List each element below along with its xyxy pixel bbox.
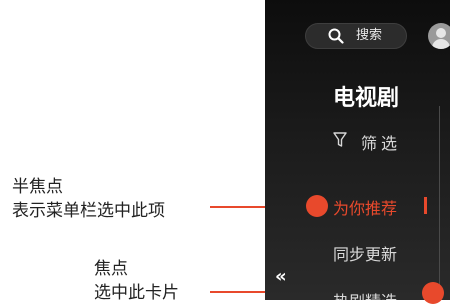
filter-label: 筛选 bbox=[361, 134, 402, 153]
content-card-edge bbox=[439, 106, 440, 300]
focus-dot bbox=[422, 282, 444, 304]
sidebar-item-hot-picks[interactable]: 热剧精选 bbox=[333, 288, 397, 300]
annotation-half-focus-desc: 表示菜单栏选中此项 bbox=[12, 201, 165, 221]
half-focus-dot bbox=[306, 195, 328, 217]
annotation-focus-title: 焦点 bbox=[94, 259, 128, 279]
search-icon bbox=[328, 28, 344, 44]
collapse-sidebar-button[interactable]: « bbox=[275, 266, 287, 287]
funnel-icon bbox=[333, 132, 347, 148]
active-indicator bbox=[424, 197, 427, 214]
user-avatar-icon[interactable] bbox=[428, 23, 450, 49]
search-label: 搜索 bbox=[356, 28, 383, 43]
annotation-half-focus-title: 半焦点 bbox=[12, 177, 63, 197]
annotation-focus-desc: 选中此卡片 bbox=[94, 283, 179, 303]
page-title: 电视剧 bbox=[333, 86, 400, 111]
tv-screen: 搜索 电视剧 筛选 为你推荐 同步更新 热剧精选 « bbox=[265, 0, 450, 300]
sidebar-item-sync-update[interactable]: 同步更新 bbox=[333, 241, 397, 265]
sidebar-item-recommended[interactable]: 为你推荐 bbox=[333, 195, 397, 219]
search-button[interactable]: 搜索 bbox=[305, 23, 407, 49]
